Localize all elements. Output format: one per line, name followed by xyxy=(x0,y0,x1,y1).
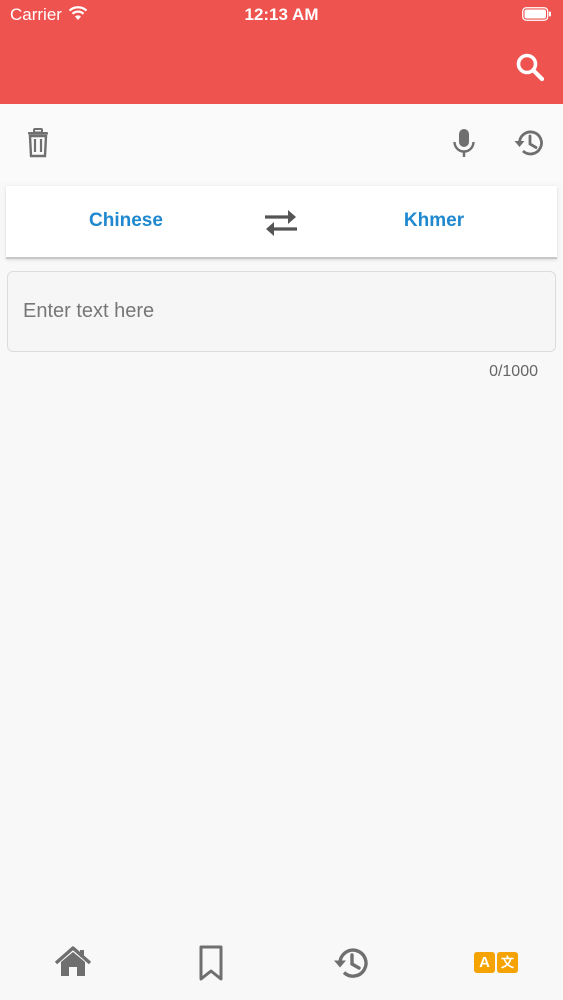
target-language-button[interactable]: Khmer xyxy=(354,210,514,232)
home-icon[interactable] xyxy=(52,942,94,984)
action-toolbar xyxy=(0,104,563,182)
status-bar: Carrier 12:13 AM xyxy=(0,0,563,28)
trash-icon[interactable] xyxy=(20,125,56,161)
bottom-navigation: A 文 xyxy=(0,928,563,1000)
app-header: Carrier 12:13 AM xyxy=(0,0,563,104)
translate-tab[interactable]: A 文 xyxy=(474,952,518,974)
battery-icon xyxy=(522,7,551,21)
history-nav-icon[interactable] xyxy=(331,942,373,984)
translate-icon-cjk: 文 xyxy=(497,952,518,973)
bookmark-icon[interactable] xyxy=(190,942,232,984)
history-icon[interactable] xyxy=(512,125,548,161)
language-selector: Chinese Khmer xyxy=(6,186,557,259)
search-icon[interactable] xyxy=(515,52,545,82)
source-language-button[interactable]: Chinese xyxy=(46,210,206,232)
status-time: 12:13 AM xyxy=(244,5,319,24)
microphone-icon[interactable] xyxy=(446,125,482,161)
character-counter: 0/1000 xyxy=(489,363,538,380)
translate-icon-latin: A xyxy=(474,952,495,973)
swap-arrows-icon[interactable] xyxy=(262,206,300,240)
text-input[interactable] xyxy=(7,271,556,352)
